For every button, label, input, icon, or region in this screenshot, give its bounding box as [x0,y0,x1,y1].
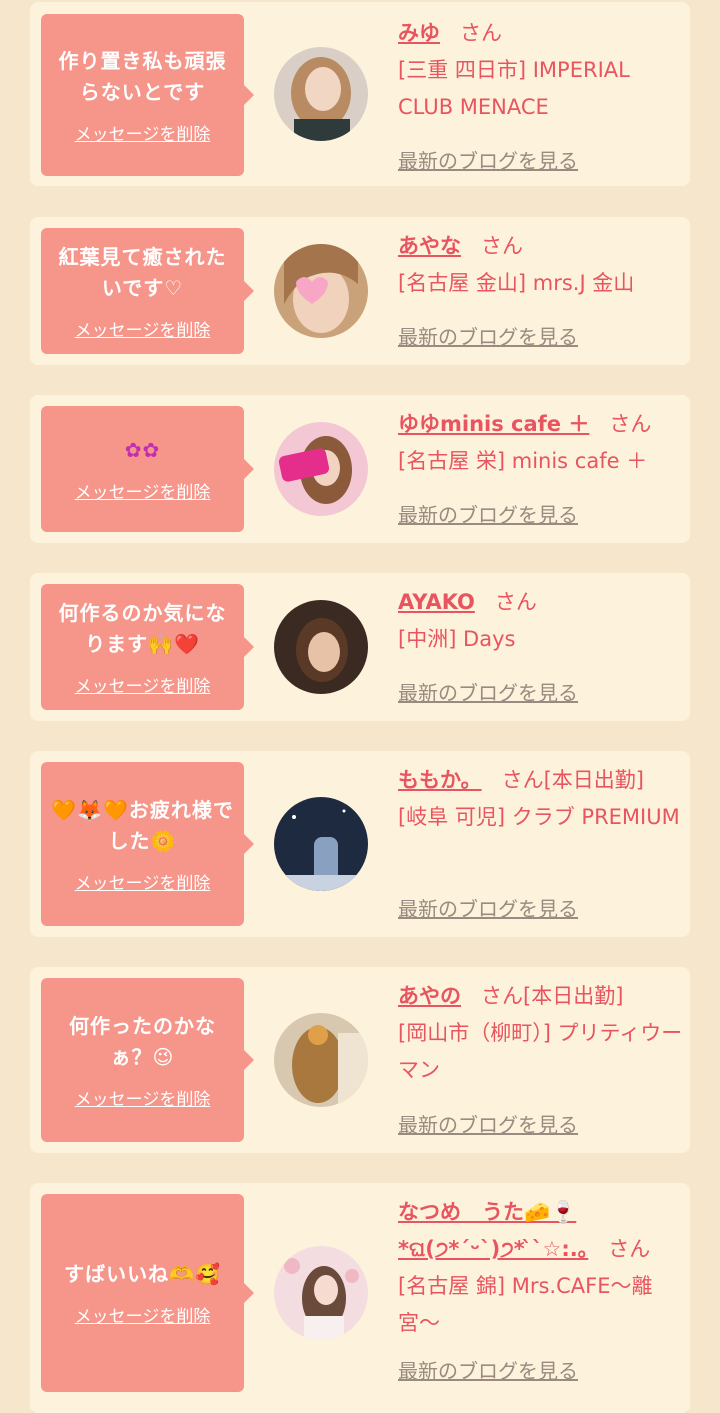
shop-name: [岡山市（柳町）] プリティウーマン [398,1021,683,1082]
shop-name: [名古屋 栄] minis cafe ＋ [398,449,648,473]
list-item: ✿✿ メッセージを削除 ゆゆminis cafe ＋ さん [名古屋 栄] min… [30,395,690,543]
honorific: さん [460,21,502,45]
list-item: 何作ったのかなぁ？😉 メッセージを削除 あやの さん[本日出勤] [岡山市（柳町）… [30,967,690,1153]
message-bubble: 紅葉見て癒されたいです♡ メッセージを削除 [41,228,254,354]
message-bubble: ✿✿ メッセージを削除 [41,406,254,532]
list-item: 🧡🦊🧡お疲れ様でした🌼 メッセージを削除 ももか。 さん[本日出勤] [岐阜 可児… [30,751,690,937]
avatar[interactable] [274,244,368,338]
honorific: さん [494,590,537,614]
message-text: 紅葉見て癒されたいです♡ [58,244,227,300]
message-bubble: すばいいね🫶🥰 メッセージを削除 [41,1194,254,1392]
member-name-link[interactable]: あやな [398,234,461,258]
message-text: すばいいね🫶🥰 [64,1262,221,1286]
avatar[interactable] [274,1013,368,1107]
member-info: みゆ さん [三重 四日市] IMPERIAL CLUB MENACE [398,15,684,126]
member-info: なつめ うた🧀🍷*ଘ(੭*ˊᵕˋ)੭* ̀ˋ☆:.｡ さん [名古屋 錦] Mrs… [398,1194,684,1342]
delete-message-link[interactable]: メッセージを削除 [75,120,211,145]
member-name-link[interactable]: みゆ [398,21,440,45]
delete-message-link[interactable]: メッセージを削除 [75,316,211,341]
delete-message-link[interactable]: メッセージを削除 [75,869,211,894]
message-text: ✿✿ [124,438,161,462]
member-name-link[interactable]: ももか。 [398,768,482,792]
member-name-link[interactable]: AYAKO [398,590,475,614]
message-bubble: 🧡🦊🧡お疲れ様でした🌼 メッセージを削除 [41,762,254,926]
shop-name: [三重 四日市] IMPERIAL CLUB MENACE [398,58,630,119]
avatar[interactable] [274,797,368,891]
delete-message-link[interactable]: メッセージを削除 [75,672,211,697]
shop-name: [名古屋 金山] mrs.J 金山 [398,271,635,295]
avatar[interactable] [274,600,368,694]
latest-blog-link[interactable]: 最新のブログを見る [398,893,578,922]
shop-name: [中洲] Days [398,627,516,651]
delete-message-link[interactable]: メッセージを削除 [75,478,211,503]
latest-blog-link[interactable]: 最新のブログを見る [398,145,578,174]
list-item: 作り置き私も頑張らないとです メッセージを削除 みゆ さん [三重 四日市] IM… [30,2,690,186]
message-bubble: 何作ったのかなぁ？😉 メッセージを削除 [41,978,254,1142]
message-text: 🧡🦊🧡お疲れ様でした🌼 [51,797,234,853]
avatar[interactable] [274,47,368,141]
honorific: さん [609,412,652,436]
message-bubble: 作り置き私も頑張らないとです メッセージを削除 [41,14,254,176]
delete-message-link[interactable]: メッセージを削除 [75,1302,211,1327]
honorific: さん [481,984,523,1008]
delete-message-link[interactable]: メッセージを削除 [75,1085,211,1110]
message-text: 作り置き私も頑張らないとです [58,48,227,104]
message-text: 何作ったのかなぁ？😉 [69,1013,216,1069]
list-item: 何作るのか気になります🙌❤️ メッセージを削除 AYAKO さん [中洲] Day… [30,573,690,721]
member-info: あやな さん [名古屋 金山] mrs.J 金山 [398,228,684,302]
member-info: あやの さん[本日出勤] [岡山市（柳町）] プリティウーマン [398,978,684,1089]
latest-blog-link[interactable]: 最新のブログを見る [398,499,578,528]
honorific: さん [608,1237,651,1261]
member-info: AYAKO さん [中洲] Days [398,584,684,658]
honorific: さん [481,234,523,258]
member-name-link[interactable]: なつめ うた🧀🍷*ଘ(੭*ˊᵕˋ)੭* ̀ˋ☆:.｡ [398,1200,588,1261]
message-text: 何作るのか気になります🙌❤️ [58,600,227,656]
avatar[interactable] [274,422,368,516]
member-name-link[interactable]: あやの [398,984,461,1008]
list-item: すばいいね🫶🥰 メッセージを削除 なつめ うた🧀🍷*ଘ(੭*ˊᵕˋ)੭* ̀ˋ☆… [30,1183,690,1413]
member-name-link[interactable]: ゆゆminis cafe ＋ [398,412,589,436]
latest-blog-link[interactable]: 最新のブログを見る [398,677,578,706]
list-item: 紅葉見て癒されたいです♡ メッセージを削除 あやな さん [名古屋 金山] mrs… [30,217,690,365]
avatar[interactable] [274,1246,368,1340]
latest-blog-link[interactable]: 最新のブログを見る [398,1109,578,1138]
member-info: ももか。 さん[本日出勤] [岐阜 可児] クラブ PREMIUM [398,762,684,836]
attendance-status: [本日出勤] [543,768,644,792]
member-info: ゆゆminis cafe ＋ さん [名古屋 栄] minis cafe ＋ [398,406,684,480]
honorific: さん [501,768,544,792]
message-bubble: 何作るのか気になります🙌❤️ メッセージを削除 [41,584,254,710]
latest-blog-link[interactable]: 最新のブログを見る [398,1355,578,1384]
message-list: 作り置き私も頑張らないとです メッセージを削除 みゆ さん [三重 四日市] IM… [0,0,720,1413]
latest-blog-link[interactable]: 最新のブログを見る [398,321,578,350]
shop-name: [名古屋 錦] Mrs.CAFE〜離宮〜 [398,1274,653,1335]
shop-name: [岐阜 可児] クラブ PREMIUM [398,805,680,829]
attendance-status: [本日出勤] [523,984,624,1008]
